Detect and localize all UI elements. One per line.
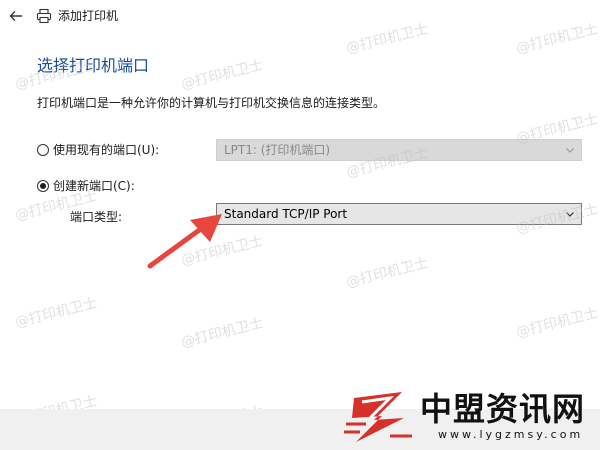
existing-port-label: 使用现有的端口(U):	[53, 143, 160, 157]
watermark: @打印机卫士	[514, 305, 600, 341]
brand-logo-icon	[344, 392, 412, 442]
existing-port-radio[interactable]	[37, 144, 49, 156]
new-port-option[interactable]: 创建新端口(C):	[37, 177, 135, 195]
port-type-value: Standard TCP/IP Port	[224, 207, 348, 221]
new-port-label: 创建新端口(C):	[53, 179, 135, 193]
brand-name: 中盟资讯网	[420, 390, 586, 428]
printer-icon	[36, 8, 52, 24]
port-type-select[interactable]: Standard TCP/IP Port	[216, 203, 582, 225]
existing-port-select: LPT1: (打印机端口)	[216, 139, 582, 161]
watermark: @打印机卫士	[179, 315, 265, 351]
watermark: @打印机卫士	[344, 255, 430, 291]
title-bar: 添加打印机	[0, 0, 600, 34]
chevron-down-icon	[566, 212, 574, 217]
annotation-arrow-icon	[147, 214, 222, 269]
watermark: @打印机卫士	[179, 57, 265, 93]
window-title: 添加打印机	[58, 9, 119, 23]
arrow-left-icon[interactable]	[8, 8, 24, 24]
brand-url: www.lygzmsy.com	[438, 428, 584, 441]
new-port-radio[interactable]	[37, 180, 49, 192]
watermark: @打印机卫士	[13, 295, 99, 331]
existing-port-value: LPT1: (打印机端口)	[224, 143, 331, 157]
existing-port-option[interactable]: 使用现有的端口(U):	[37, 141, 159, 159]
port-type-label: 端口类型:	[70, 210, 123, 224]
chevron-down-icon	[566, 148, 574, 153]
page-title: 选择打印机端口	[37, 56, 150, 75]
page-description: 打印机端口是一种允许你的计算机与打印机交换信息的连接类型。	[37, 96, 386, 110]
